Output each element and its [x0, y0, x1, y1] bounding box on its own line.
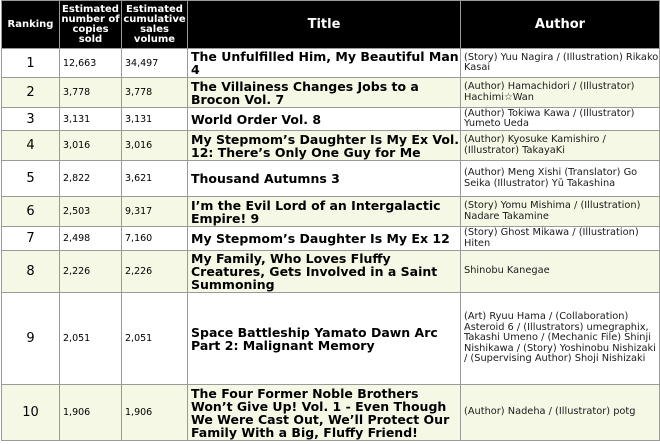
rank-cell: 2: [1, 77, 60, 108]
author-cell: (Art) Ryuu Hama / (Collaboration) Astero…: [460, 292, 660, 385]
cumulative-cell: 3,778: [121, 77, 188, 108]
title-cell: Space Battleship Yamato Dawn Arc Part 2:…: [187, 292, 461, 385]
title-cell: My Stepmom’s Daughter Is My Ex 12: [187, 226, 461, 251]
table-row: 9 2,051 2,051 Space Battleship Yamato Da…: [1, 292, 660, 385]
author-cell: (Author) Nadeha / (Illustrator) potg: [460, 384, 660, 441]
rank-cell: 5: [1, 160, 60, 197]
rank-cell: 4: [1, 130, 60, 161]
header-author: Author: [460, 0, 660, 49]
title-cell: The Unfulfilled Him, My Beautiful Man 4: [187, 48, 461, 78]
title-cell: The Villainess Changes Jobs to a Brocon …: [187, 77, 461, 108]
author-cell: (Story) Ghost Mikawa / (Illustration) Hi…: [460, 226, 660, 251]
title-cell: The Four Former Noble Brothers Won’t Giv…: [187, 384, 461, 441]
rank-cell: 7: [1, 226, 60, 251]
table-row: 2 3,778 3,778 The Villainess Changes Job…: [1, 77, 660, 108]
rank-cell: 1: [1, 48, 60, 78]
table-row: 6 2,503 9,317 I’m the Evil Lord of an In…: [1, 196, 660, 227]
copies-cell: 2,226: [59, 250, 122, 293]
header-ranking: Ranking: [1, 0, 60, 49]
cumulative-cell: 3,016: [121, 130, 188, 161]
copies-cell: 3,778: [59, 77, 122, 108]
author-cell: (Author) Tokiwa Kawa / (Illustrator) Yum…: [460, 107, 660, 131]
copies-cell: 3,016: [59, 130, 122, 161]
header-title: Title: [187, 0, 461, 49]
author-cell: Shinobu Kanegae: [460, 250, 660, 293]
table-row: 8 2,226 2,226 My Family, Who Loves Fluff…: [1, 250, 660, 293]
title-cell: Thousand Autumns 3: [187, 160, 461, 197]
title-cell: I’m the Evil Lord of an Intergalactic Em…: [187, 196, 461, 227]
rank-cell: 10: [1, 384, 60, 441]
copies-cell: 12,663: [59, 48, 122, 78]
cumulative-cell: 3,621: [121, 160, 188, 197]
rank-cell: 3: [1, 107, 60, 131]
author-cell: (Author) Kyosuke Kamishiro / (Illustrato…: [460, 130, 660, 161]
cumulative-cell: 2,226: [121, 250, 188, 293]
author-cell: (Author) Meng Xishi (Translator) Go Seik…: [460, 160, 660, 197]
copies-cell: 3,131: [59, 107, 122, 131]
copies-cell: 2,498: [59, 226, 122, 251]
author-cell: (Author) Hamachidori / (Illustrator) Hac…: [460, 77, 660, 108]
title-cell: My Family, Who Loves Fluffy Creatures, G…: [187, 250, 461, 293]
header-cumulative: Estimated cumulative sales volume: [121, 0, 188, 49]
cumulative-cell: 9,317: [121, 196, 188, 227]
author-cell: (Story) Yomu Mishima / (Illustration) Na…: [460, 196, 660, 227]
title-cell: My Stepmom’s Daughter Is My Ex Vol. 12: …: [187, 130, 461, 161]
header-copies-sold: Estimated number of copies sold: [59, 0, 122, 49]
table-header-row: Ranking Estimated number of copies sold …: [1, 0, 660, 49]
table-row: 5 2,822 3,621 Thousand Autumns 3 (Author…: [1, 160, 660, 197]
copies-cell: 1,906: [59, 384, 122, 441]
rank-cell: 6: [1, 196, 60, 227]
author-cell: (Story) Yuu Nagira / (Illustration) Rika…: [460, 48, 660, 78]
cumulative-cell: 7,160: [121, 226, 188, 251]
copies-cell: 2,822: [59, 160, 122, 197]
copies-cell: 2,503: [59, 196, 122, 227]
cumulative-cell: 3,131: [121, 107, 188, 131]
ranking-table: Ranking Estimated number of copies sold …: [1, 0, 660, 441]
table-row: 3 3,131 3,131 World Order Vol. 8 (Author…: [1, 107, 660, 131]
copies-cell: 2,051: [59, 292, 122, 385]
table-row: 4 3,016 3,016 My Stepmom’s Daughter Is M…: [1, 130, 660, 161]
cumulative-cell: 2,051: [121, 292, 188, 385]
rank-cell: 8: [1, 250, 60, 293]
title-cell: World Order Vol. 8: [187, 107, 461, 131]
cumulative-cell: 34,497: [121, 48, 188, 78]
table-row: 1 12,663 34,497 The Unfulfilled Him, My …: [1, 48, 660, 78]
table-row: 10 1,906 1,906 The Four Former Noble Bro…: [1, 384, 660, 441]
rank-cell: 9: [1, 292, 60, 385]
table-row: 7 2,498 7,160 My Stepmom’s Daughter Is M…: [1, 226, 660, 251]
cumulative-cell: 1,906: [121, 384, 188, 441]
